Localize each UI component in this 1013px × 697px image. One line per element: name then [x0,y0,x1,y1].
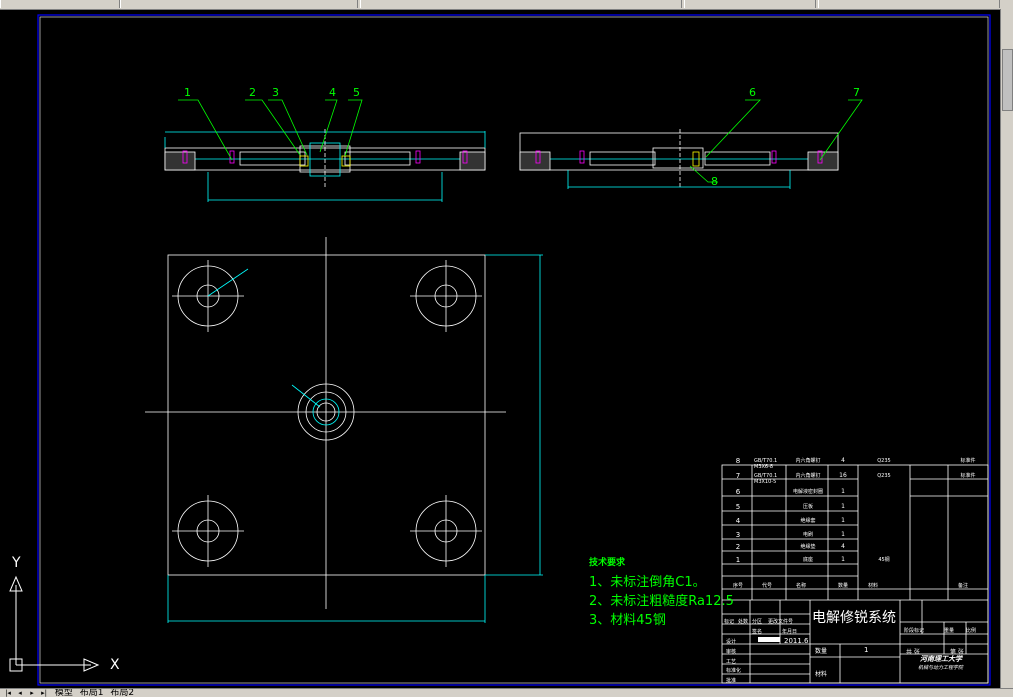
toolbar-segment[interactable] [0,0,120,8]
bom-cell-qty: 1 [841,503,845,510]
tech-requirements-title: 技术要求 [589,558,626,568]
bom-cell-code: GB/T70.1 M3X6-8 [754,458,778,470]
titleblock-label-review: 审核 [726,649,737,655]
plan-view [145,237,543,623]
titleblock-label-material: 材料 [815,671,828,678]
bom-cell-name: 底座 [802,557,813,563]
bom-cell-name: 绝缘垫 [800,544,816,550]
balloon-3: 3 [272,86,279,99]
balloon-6: 6 [749,86,756,99]
titleblock-label-design: 设计 [726,639,737,645]
titleblock-label-signature: 签名 [752,629,763,635]
bom-cell-qty: 4 [841,543,845,550]
bom-header-cell: 名称 [795,583,806,589]
titleblock-label-total-sheets: 共 张 [906,649,920,656]
scale-value: 1 [864,646,869,654]
bom-cell-name: 内六角螺钉 [795,473,821,479]
bom-cell-name: 绝缘套 [800,518,816,524]
titleblock-label-mark: 标记 [724,619,735,625]
bom-cell-name: 电解液密封圈 [792,489,823,495]
bom-cell-qty: 1 [841,556,845,563]
bom-cell-no: 1 [735,556,741,564]
drawing-date: 2011.6 [784,637,809,645]
bom-cell-no: 2 [735,543,741,551]
bom-cell-qty: 1 [841,488,845,495]
section-view-left [164,129,486,202]
titleblock-label-date: 年月日 [782,629,798,635]
titleblock-label-sheet-no: 第 张 [950,649,964,656]
toolbar-segment[interactable] [120,0,358,8]
title-block [721,464,989,684]
bom-cell-note: 标准件 [960,473,976,479]
bom-cell-note: 标准件 [960,458,976,464]
bom-cell-no: 5 [735,503,741,511]
titleblock-label-process: 工艺 [726,659,737,665]
bom-cell-no: 4 [735,517,741,525]
balloon-2: 2 [249,86,256,99]
tech-requirement-line: 2、未标注粗糙度Ra12.5 [589,594,734,609]
bom-cell-no: 7 [735,472,741,480]
titleblock-label-quantity: 数量 [815,648,828,655]
vertical-scrollbar[interactable] [1000,9,1013,689]
bom-header-cell: 材料 [867,583,878,589]
bom-cell-name: 内六角螺钉 [795,458,821,464]
balloon-4: 4 [329,86,336,99]
balloon-8: 8 [711,175,718,188]
section-view-right [519,129,839,189]
bom-cell-no: 8 [735,457,741,465]
tech-requirements: 技术要求 1、未标注倒角C1。 2、未标注粗糙度Ra12.5 3、材料45钢 [589,555,734,630]
bom-cell-no: 6 [735,488,741,496]
toolbar-segment[interactable] [684,0,816,8]
bom-cell-name: 电刷 [802,532,813,538]
tech-requirement-line: 3、材料45钢 [589,613,666,628]
toolbar-segment[interactable] [818,0,1000,8]
scrollbar-thumb[interactable] [1002,49,1013,111]
balloon-7: 7 [853,86,860,99]
school-subtitle: 机械与动力工程学院 [918,665,964,671]
titleblock-label-weight: 重量 [944,628,955,634]
bom-cell-qty: 1 [841,517,845,524]
bom-cell-name: 压板 [802,504,813,510]
balloon-1: 1 [184,86,191,99]
bom-cell-code: GB/T70.1 M3X10-5 [754,473,778,485]
bom-header-cell: 序号 [732,583,743,589]
titleblock-label-standard: 标准化 [726,668,742,674]
bom-cell-material: Q235 [877,473,891,479]
bom-header-cell: 数量 [837,583,848,589]
titleblock-label-approve: 批准 [726,678,737,684]
titleblock-label-change-doc: 更改文件号 [768,619,794,625]
bom-cell-material: 45钢 [878,557,890,563]
bom-cell-qty: 4 [841,457,845,464]
titleblock-label-count: 处数 [738,619,749,625]
bom-cell-no: 3 [735,531,741,539]
titleblock-label-stage: 阶段标记 [904,628,925,634]
titleblock-label-zone: 分区 [752,619,763,625]
bom-cell-material: Q235 [877,458,891,464]
titleblock-label-scale: 比例 [966,628,977,634]
bom-header-cell: 代号 [761,583,772,589]
tech-requirement-line: 1、未标注倒角C1。 [589,575,706,590]
ucs-icon [9,575,100,672]
ucs-y-label: Y [12,555,21,571]
bom-header-cell: 备注 [957,583,968,589]
toolbar-segment[interactable] [360,0,682,8]
drawing-title: 电解修锐系统 [812,610,896,626]
ucs-x-label: X [110,657,120,673]
balloon-5: 5 [353,86,360,99]
bom-cell-qty: 1 [841,531,845,538]
bom-cell-qty: 16 [839,472,847,479]
